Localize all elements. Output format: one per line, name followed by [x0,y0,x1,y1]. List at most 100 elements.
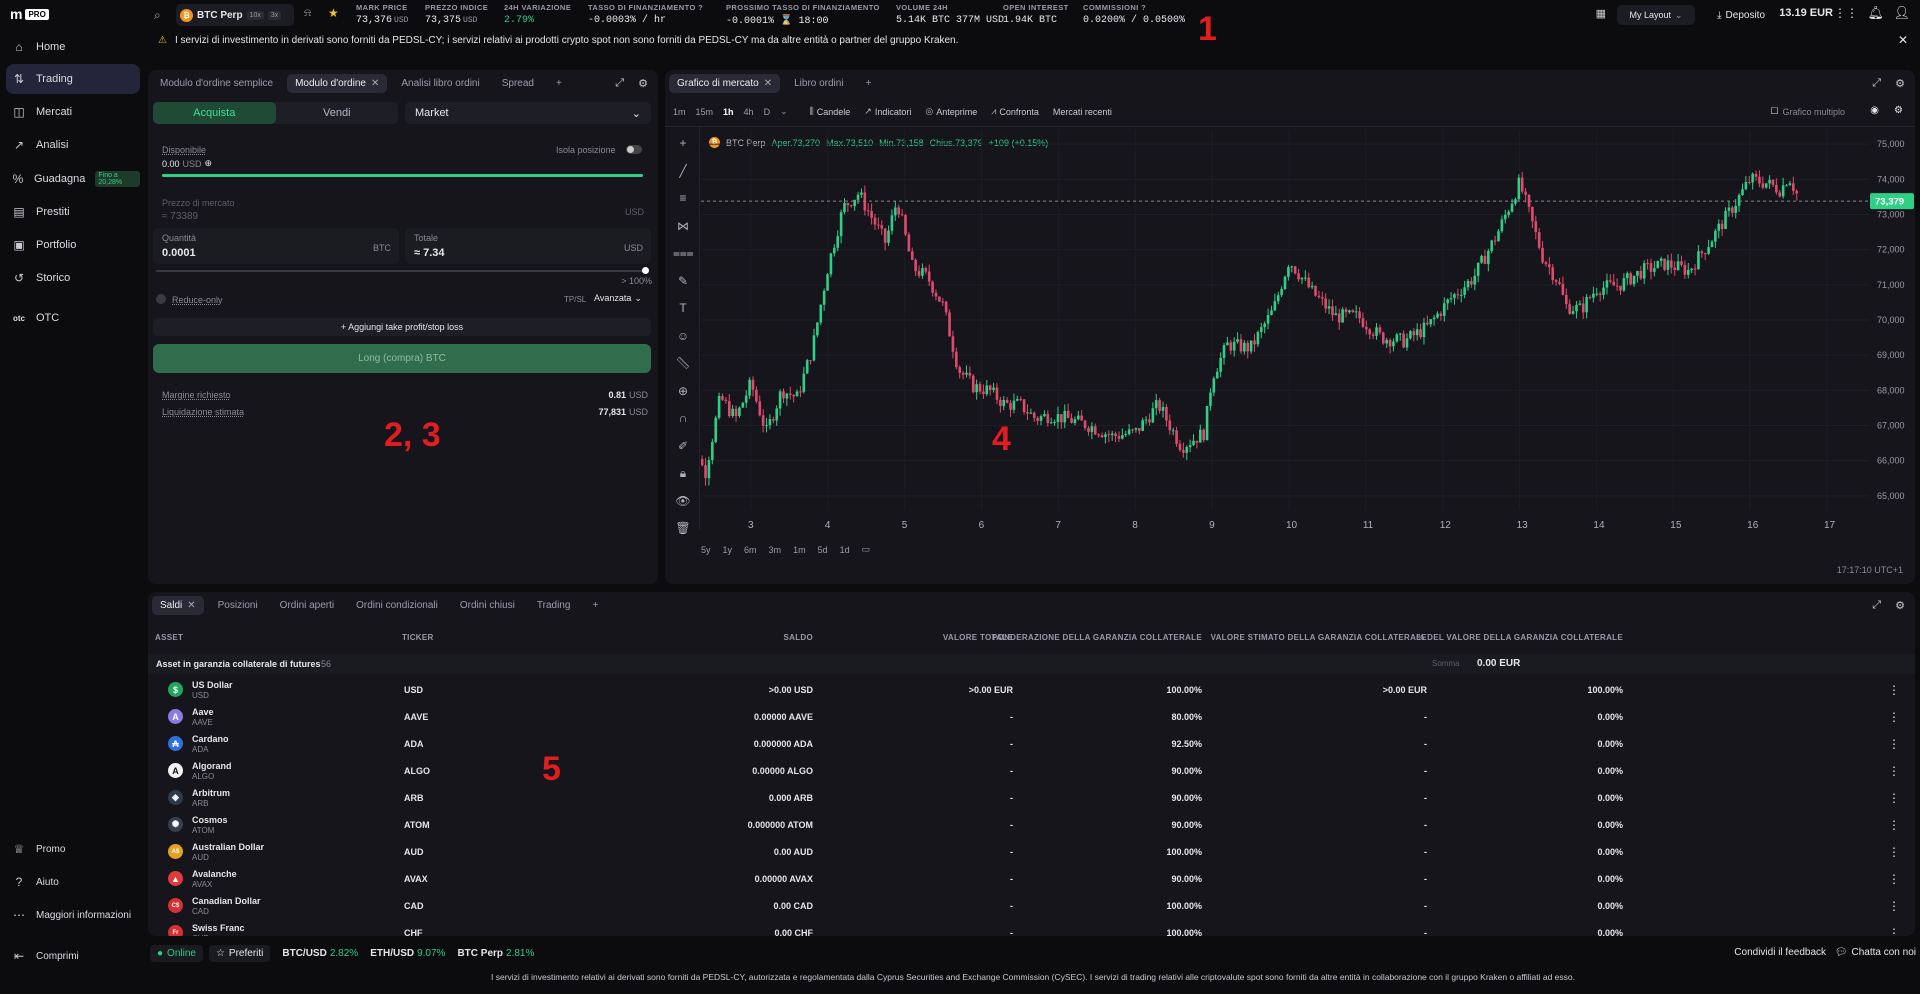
table-row[interactable]: ✺ Cosmos ATOM ATOM 0.000000 ATOM -90.00% -0.00… [148,811,1915,838]
table-row[interactable]: C$ Canadian Dollar CAD CAD 0.00 CAD -100.00% -… [148,892,1915,919]
sidebar-item-prestiti[interactable]: ▤ Prestiti [6,197,140,227]
column-header[interactable]: TICKER [402,633,434,642]
tool-candele[interactable]: ⫼ Candele [810,106,851,117]
sidebar-item-comprimi[interactable]: ⇤ Comprimi [6,941,140,971]
range-5y[interactable]: 5y [701,545,711,555]
crosshair-icon[interactable]: + [673,136,693,164]
horizontal-lines-icon[interactable]: ≡ [673,191,693,219]
ticker-item[interactable]: BTC Perp 2.81% [457,948,534,959]
add-tp-sl-button[interactable]: + Aggiungi take profit/stop loss [153,318,651,336]
column-header[interactable]: ASSET [155,633,183,642]
interval-D[interactable]: D [764,107,771,117]
sidebar-item-guadagna[interactable]: % Guadagna Fino a 20,28% [6,164,140,194]
bell-outline-icon[interactable]: ⍾ [304,7,311,20]
more-icon[interactable]: ⋮ [1888,926,1900,936]
fib-icon[interactable]: ⩶ [673,246,694,274]
range-1m[interactable]: 1m [793,545,806,555]
interval-1h[interactable]: 1h [723,107,734,117]
table-row[interactable]: $ US Dollar USD USD >0.00 USD >0.00 EUR 100.00… [148,676,1915,703]
ticker-item[interactable]: ETH/USD 9.07% [370,948,445,959]
add-tab-icon[interactable]: + [584,596,606,615]
expand-icon[interactable]: ⤢ [1872,599,1881,612]
more-icon[interactable]: ⋮ [1888,899,1900,913]
range-6m[interactable]: 6m [744,545,757,555]
more-icon[interactable]: ⋮ [1888,791,1900,805]
interval-15m[interactable]: 15m [696,107,714,117]
long-buy-button[interactable]: Long (compra) BTC [153,344,651,373]
amount-slider[interactable] [156,270,646,272]
camera-icon[interactable]: ◉ [1870,105,1879,116]
close-icon[interactable]: ✕ [1898,33,1908,47]
close-icon[interactable]: ✕ [371,78,379,89]
ticker-item[interactable]: BTC/USD 2.82% [282,948,358,959]
star-icon[interactable]: ★ [328,6,339,20]
sell-tab[interactable]: Vendi [276,102,399,124]
emoji-icon[interactable]: ☺ [673,329,693,357]
range-3m[interactable]: 3m [769,545,782,555]
isolate-toggle[interactable] [626,145,642,154]
sidebar-item-maggiori-informazioni[interactable]: ⋯ Maggiori informazioni [6,900,140,930]
add-tab-icon[interactable]: + [548,74,570,93]
multi-chart-toggle[interactable]: ☐ Grafico multiplo [1770,106,1845,117]
tool-anteprime[interactable]: ◎ Anteprime [925,106,977,117]
pattern-icon[interactable]: ⋈ [673,219,693,247]
sidebar-item-trading[interactable]: ⇅ Trading [6,64,140,94]
zoom-icon[interactable]: ⊕ [673,384,693,412]
chat-button[interactable]: 💬︎ Chatta con noi [1835,947,1916,958]
more-icon[interactable]: ⋮ [1888,710,1900,724]
tab-ordini-aperti[interactable]: Ordini aperti [272,596,342,615]
search-icon[interactable]: ⌕ [154,8,161,23]
apps-grid-icon[interactable]: ⋮⋮ [1834,6,1858,20]
range-1y[interactable]: 1y [723,545,733,555]
tab-trading[interactable]: Trading [529,596,579,615]
interval-4h[interactable]: 4h [744,107,754,117]
more-icon[interactable]: ⋮ [1888,818,1900,832]
pair-selector[interactable]: ₿ BTC Perp 10x 3x [176,4,294,26]
table-row[interactable]: A Algorand ALGO ALGO 0.00000 ALGO -90.00% -0.0… [148,757,1915,784]
settings-icon[interactable]: ⚙ [1895,77,1905,90]
more-icon[interactable]: ⋮ [1888,845,1900,859]
table-row[interactable]: ◈ Arbitrum ARB ARB 0.000 ARB -90.00% -0.00% ⋮ [148,784,1915,811]
tab-analisi-libro-ordini[interactable]: Analisi libro ordini [393,74,487,93]
tab-modulo-d-ordine-semplice[interactable]: Modulo d'ordine semplice [152,74,281,93]
lock-icon[interactable]: 🔒︎ [673,466,693,494]
column-header[interactable]: % DEL VALORE DELLA GARANZIA COLLATERALE [1417,633,1623,642]
sidebar-item-analisi[interactable]: ↗ Analisi [6,130,140,160]
more-icon[interactable]: ⋮ [1888,737,1900,751]
order-type-select[interactable]: Market ⌄ [405,102,651,124]
layout-icon[interactable]: ▦ [1596,7,1606,20]
add-tab-icon[interactable]: + [858,74,880,93]
tab-ordini-chiusi[interactable]: Ordini chiusi [452,596,523,615]
tab-modulo-d-ordine[interactable]: Modulo d'ordine ✕ [287,74,388,93]
tool-indicatori[interactable]: ↗ Indicatori [864,106,911,117]
buy-tab[interactable]: Acquista [153,102,276,124]
more-icon[interactable]: ⋮ [1888,764,1900,778]
layout-selector[interactable]: My Layout ⌄ [1617,5,1695,25]
deposit-button[interactable]: ⤓ Deposito [1717,5,1765,25]
settings-icon[interactable]: ⚙ [1894,105,1903,116]
account-balance[interactable]: 13.19 EUR [1779,7,1833,19]
table-row[interactable]: A$ Australian Dollar AUD AUD 0.00 AUD -100.00… [148,838,1915,865]
column-header[interactable]: SALDO [784,633,814,642]
notification-bell-icon[interactable]: 🔔︎ [1867,5,1884,21]
tool-mercati-recenti[interactable]: Mercati recenti [1053,107,1112,117]
chevron-down-icon[interactable]: ⌄ [780,106,788,117]
close-icon[interactable]: ✕ [187,600,195,611]
brand-logo[interactable]: m PRO [10,6,49,22]
interval-1m[interactable]: 1m [673,107,686,117]
quantity-field[interactable]: Quantità 0.0001 BTC [153,228,399,264]
range-5d[interactable]: 5d [818,545,828,555]
reduce-only-checkbox[interactable] [156,294,166,304]
price-chart[interactable]: 75,000 74,000 73,000 72,000 71,000 70,000 69,0… [701,130,1915,530]
slider-handle[interactable] [642,267,649,274]
tool-confronta[interactable]: ⩘ Confronta [991,106,1039,117]
range-1d[interactable]: 1d [840,545,850,555]
sidebar-item-otc[interactable]: otc OTC [6,303,140,333]
expand-icon[interactable]: ⤢ [1872,77,1881,90]
total-field[interactable]: Totale ≈ 7.34 USD [405,228,651,264]
feedback-link[interactable]: Condividi il feedback [1734,947,1826,958]
close-icon[interactable]: ✕ [764,78,772,89]
trash-icon[interactable]: 🗑︎ [673,521,693,549]
tab-posizioni[interactable]: Posizioni [210,596,266,615]
trend-line-icon[interactable]: ╱ [673,164,693,192]
